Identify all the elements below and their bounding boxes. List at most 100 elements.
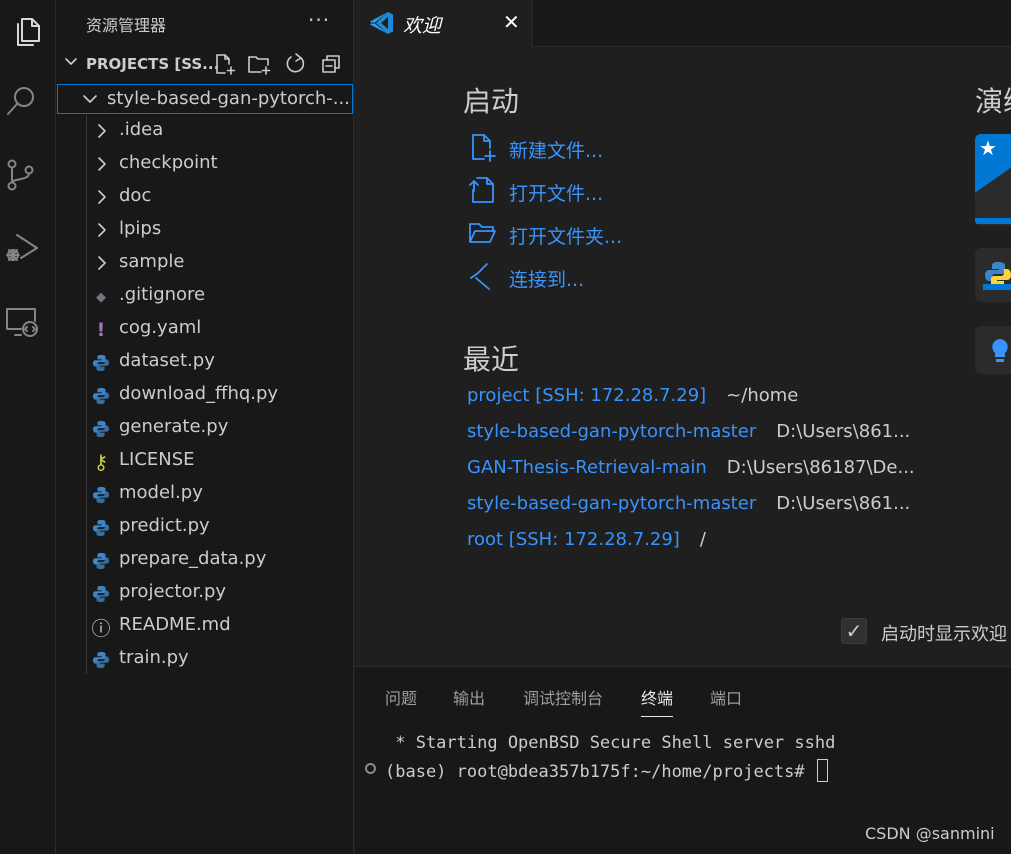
- chevron-right-icon: [94, 123, 110, 139]
- search-icon: [7, 87, 34, 115]
- tree-item-label: .gitignore: [119, 284, 206, 305]
- collapse-all-button[interactable]: [319, 52, 343, 76]
- start-item-label: 连接到...: [509, 269, 585, 291]
- tree-file-item[interactable]: projector.py: [56, 577, 354, 610]
- tab-welcome[interactable]: 欢迎 ✕: [355, 0, 533, 48]
- chevron-right-icon: [94, 189, 110, 205]
- tree-file-item[interactable]: generate.py: [56, 412, 354, 445]
- tree-file-item[interactable]: prepare_data.py: [56, 544, 354, 577]
- recent-item-link[interactable]: root [SSH: 172.28.7.29]: [467, 529, 680, 550]
- lightbulb-icon: [992, 339, 1008, 362]
- tab-output[interactable]: 输出: [453, 685, 485, 709]
- recent-item: GAN-Thesis-Retrieval-main D:\Users\86187\…: [467, 457, 915, 487]
- watermark: CSDN @sanmini: [865, 824, 995, 843]
- tree-folder-item[interactable]: doc: [56, 181, 354, 214]
- tree-item-label: model.py: [119, 482, 203, 503]
- recent-heading: 最近: [463, 343, 520, 376]
- tree-folder-item[interactable]: lpips: [56, 214, 354, 247]
- new-folder-icon: [248, 56, 271, 75]
- chevron-right-icon: [94, 222, 110, 238]
- tab-terminal[interactable]: 终端: [641, 685, 674, 717]
- tree-file-item[interactable]: ! cog.yaml: [56, 313, 354, 346]
- tab-problems[interactable]: 问题: [385, 685, 417, 709]
- search-button[interactable]: [0, 78, 42, 124]
- python-icon: [983, 262, 1011, 290]
- terminal-input-line[interactable]: (base) root@bdea357b175f:~/home/projects…: [385, 759, 828, 782]
- recent-item-link[interactable]: style-based-gan-pytorch-master: [467, 493, 756, 514]
- source-control-button[interactable]: [0, 152, 42, 198]
- walkthrough-card-tips[interactable]: [975, 326, 1011, 374]
- source-control-icon: [7, 159, 34, 191]
- new-file-icon: [472, 134, 496, 162]
- files-icon: [17, 18, 40, 46]
- chevron-down-icon: [82, 91, 98, 107]
- python-icon: [90, 550, 112, 572]
- tree-file-item[interactable]: train.py: [56, 643, 354, 676]
- python-icon: [90, 418, 112, 440]
- recent-item-link[interactable]: project [SSH: 172.28.7.29]: [467, 385, 706, 406]
- python-icon: [90, 583, 112, 605]
- tree-root-folder[interactable]: style-based-gan-pytorch-...: [57, 84, 353, 114]
- recent-item-path: D:\Users\86187\De...: [726, 457, 915, 478]
- tab-debug-console[interactable]: 调试控制台: [523, 685, 603, 709]
- tree-file-item[interactable]: ◆ .gitignore: [56, 280, 354, 313]
- recent-item-path: D:\Users\861...: [776, 421, 911, 442]
- tree-file-item[interactable]: download_ffhq.py: [56, 379, 354, 412]
- python-icon: [90, 484, 112, 506]
- recent-item-path: ~/home: [726, 385, 799, 406]
- tree-item-label: .idea: [119, 119, 164, 140]
- start-item-label: 打开文件夹...: [509, 226, 623, 248]
- recent-item: style-based-gan-pytorch-master D:\Users\8…: [467, 421, 910, 451]
- vscode-icon: [370, 12, 393, 34]
- chevron-right-icon: [94, 156, 110, 172]
- tree-item-label: README.md: [119, 614, 231, 635]
- recent-item-link[interactable]: GAN-Thesis-Retrieval-main: [467, 457, 707, 478]
- tree-folder-item[interactable]: checkpoint: [56, 148, 354, 181]
- show-on-startup-label: 启动时显示欢迎: [881, 624, 1007, 645]
- checkbox[interactable]: ✓: [841, 618, 867, 644]
- welcome-page: 启动 新建文件... 打开文件... 打开文件夹... 连接到... 最近 pr…: [355, 48, 1011, 665]
- tree-item-label: predict.py: [119, 515, 210, 536]
- explorer-button[interactable]: [6, 8, 48, 54]
- python-icon: [90, 385, 112, 407]
- walkthroughs-heading: 演练: [975, 85, 1011, 118]
- remote-explorer-icon: [6, 308, 38, 337]
- more-actions-button[interactable]: ···: [308, 8, 330, 32]
- refresh-icon: [286, 53, 305, 73]
- remote-explorer-button[interactable]: [0, 298, 42, 344]
- tree-item-label: cog.yaml: [119, 317, 202, 338]
- close-icon[interactable]: ✕: [503, 10, 520, 34]
- run-debug-button[interactable]: [0, 224, 42, 270]
- explorer-sidebar: 资源管理器 ··· PROJECTS [SS... style-based-ga…: [56, 0, 354, 854]
- new-file-button[interactable]: [212, 52, 236, 76]
- recent-item: project [SSH: 172.28.7.29] ~/home: [467, 385, 798, 415]
- tree-file-item[interactable]: model.py: [56, 478, 354, 511]
- info-icon: ⓘ: [91, 617, 111, 640]
- license-icon: ⚷: [93, 450, 109, 474]
- tree-item-label: sample: [119, 251, 185, 272]
- tree-item-label: checkpoint: [119, 152, 218, 173]
- tree-item-label: doc: [119, 185, 152, 206]
- python-icon: [90, 517, 112, 539]
- tree-item-label: prepare_data.py: [119, 548, 267, 569]
- tree-folder-item[interactable]: .idea: [56, 115, 354, 148]
- new-folder-button[interactable]: [247, 52, 271, 76]
- refresh-button[interactable]: [283, 52, 307, 76]
- walkthrough-card-featured[interactable]: ★: [975, 134, 1011, 226]
- tree-file-item[interactable]: ⚷ LICENSE: [56, 445, 354, 478]
- terminal-prompt: (base) root@bdea357b175f:~/home/projects…: [385, 762, 815, 782]
- tree-file-item[interactable]: dataset.py: [56, 346, 354, 379]
- tree-file-item[interactable]: predict.py: [56, 511, 354, 544]
- recent-item-link[interactable]: style-based-gan-pytorch-master: [467, 421, 756, 442]
- recent-item: root [SSH: 172.28.7.29] /: [467, 529, 706, 559]
- python-icon: [90, 352, 112, 374]
- walkthrough-card-python[interactable]: [975, 248, 1011, 302]
- tree-item-label: dataset.py: [119, 350, 215, 371]
- tab-ports[interactable]: 端口: [710, 685, 742, 709]
- tree-item-label: projector.py: [119, 581, 227, 602]
- tree-item-label: generate.py: [119, 416, 229, 437]
- activity-bar: [0, 0, 56, 854]
- tree-file-item[interactable]: ⓘ README.md: [56, 610, 354, 643]
- project-section-header[interactable]: PROJECTS [SS...: [56, 50, 354, 80]
- tree-folder-item[interactable]: sample: [56, 247, 354, 280]
